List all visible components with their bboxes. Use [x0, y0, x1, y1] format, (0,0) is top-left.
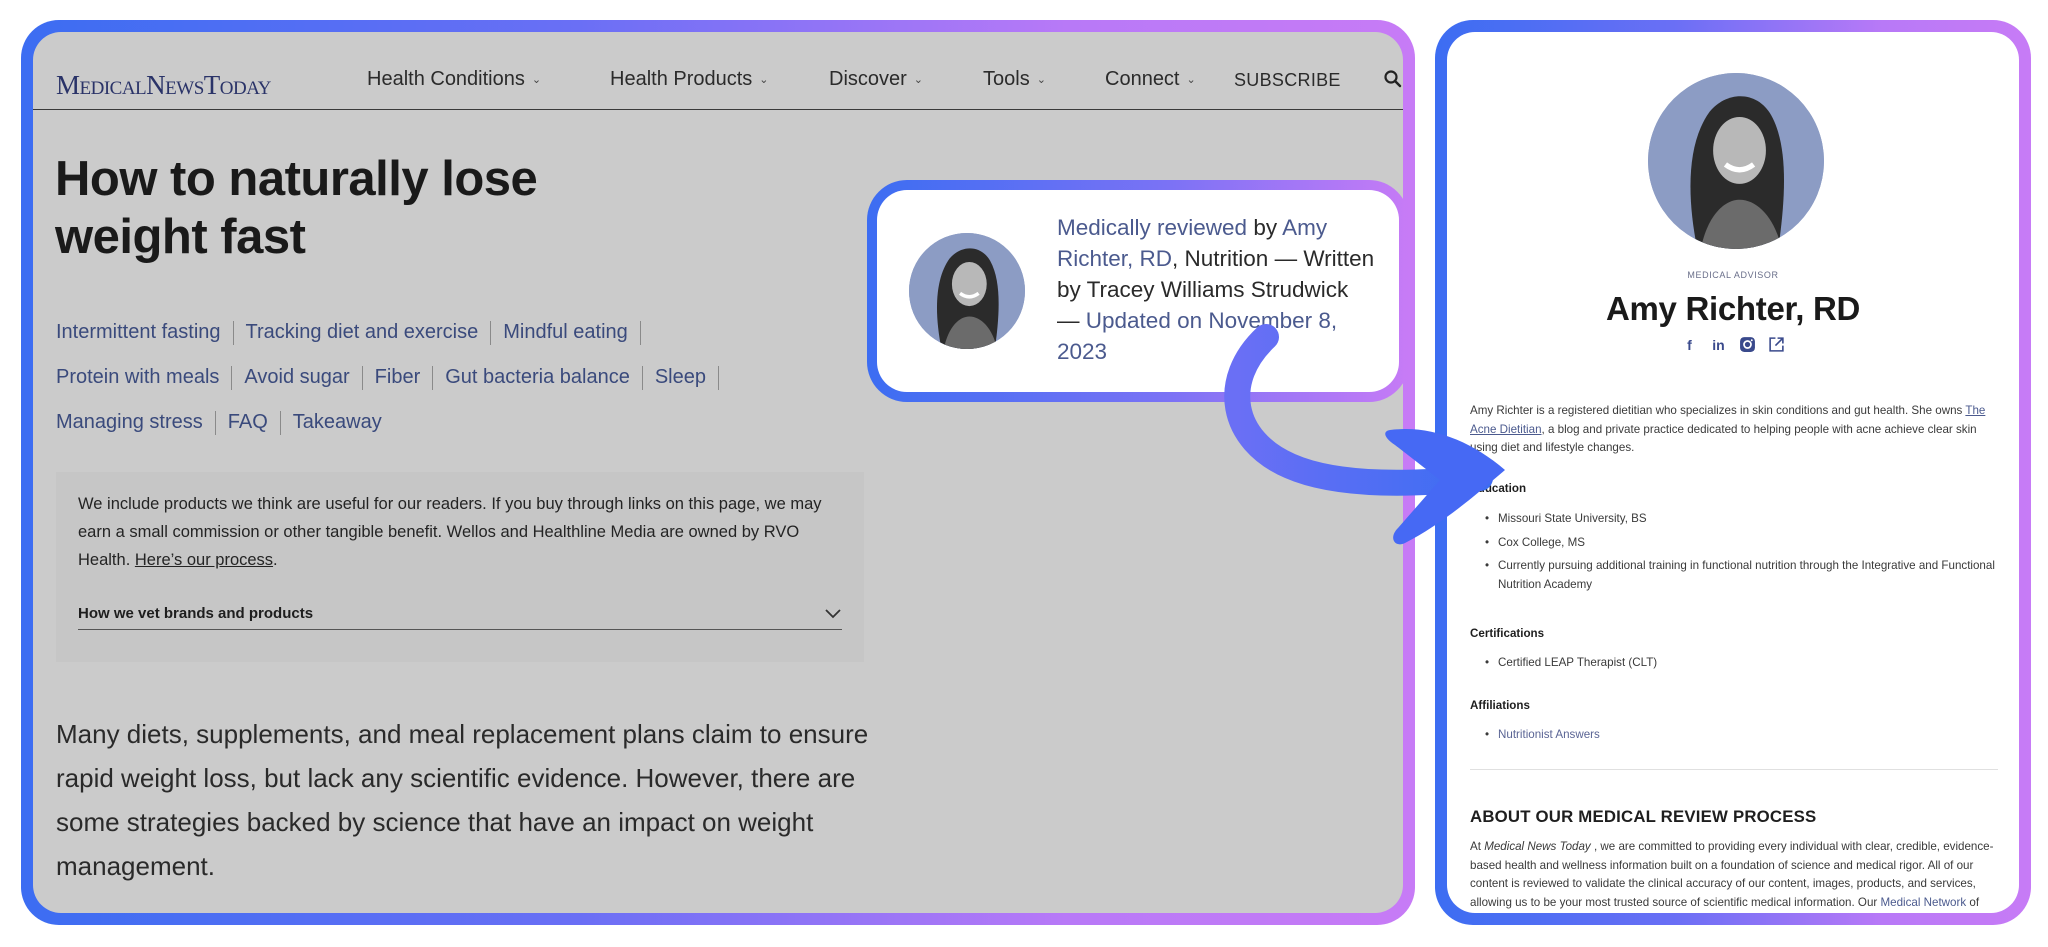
- toc-link-mindful-eating[interactable]: Mindful eating: [503, 321, 628, 344]
- nav-health-conditions[interactable]: Health Conditions ⌄: [367, 68, 541, 91]
- nav-connect[interactable]: Connect ⌄: [1105, 68, 1196, 91]
- toc-link-sleep[interactable]: Sleep: [655, 366, 706, 389]
- profile-avatar: [1648, 73, 1824, 249]
- reviewer-avatar[interactable]: [909, 233, 1025, 349]
- certifications-list: Certified LEAP Therapist (CLT): [1485, 654, 1995, 678]
- toc-link-fiber[interactable]: Fiber: [375, 366, 421, 389]
- bio-text: , a blog and private practice dedicated …: [1470, 422, 1977, 455]
- medical-network-link[interactable]: Medical Network: [1880, 896, 1966, 909]
- toc-separator: [214, 410, 216, 435]
- profile-name: Amy Richter, RD: [1605, 290, 1861, 327]
- affiliations-list: Nutritionist Answers: [1485, 726, 1995, 750]
- byline-by: by: [1247, 215, 1283, 240]
- profile-bio: Amy Richter is a registered dietitian wh…: [1470, 402, 2000, 458]
- external-link-icon[interactable]: [1768, 336, 1785, 353]
- our-process-link[interactable]: Here’s our process: [135, 551, 273, 569]
- social-links: f in: [1447, 336, 2019, 353]
- nav-label: Health Conditions: [367, 68, 525, 90]
- toc-link-takeaway[interactable]: Takeaway: [293, 411, 382, 434]
- bio-text: Amy Richter is a registered dietitian wh…: [1470, 404, 1966, 417]
- certifications-heading: Certifications: [1470, 627, 1545, 640]
- updated-date-link[interactable]: Updated on November 8, 2023: [1057, 308, 1337, 364]
- chevron-down-icon: ⌄: [1036, 74, 1046, 86]
- toc-link-avoid-sugar[interactable]: Avoid sugar: [244, 366, 349, 389]
- nav-label: Discover: [829, 68, 907, 90]
- accordion-label: How we vet brands and products: [78, 605, 314, 622]
- toc-link-protein[interactable]: Protein with meals: [56, 366, 219, 389]
- education-item: Missouri State University, BS: [1485, 510, 1995, 529]
- nav-label: Connect: [1105, 68, 1180, 90]
- article-page-frame: MedicalNewsToday Health Conditions ⌄ Hea…: [21, 20, 1415, 925]
- section-divider: [1470, 769, 1998, 770]
- toc-separator: [361, 365, 363, 390]
- affiliate-disclosure: We include products we think are useful …: [56, 472, 864, 662]
- toc-link-managing-stress[interactable]: Managing stress: [56, 411, 203, 434]
- toc-row: Protein with meals Avoid sugar Fiber Gut…: [56, 355, 856, 400]
- disclosure-text: We include products we think are useful …: [78, 490, 842, 574]
- toc-row: Managing stress FAQ Takeaway: [56, 400, 856, 445]
- toc-separator: [717, 365, 719, 390]
- education-list: Missouri State University, BS Cox Colleg…: [1485, 510, 1995, 599]
- nav-discover[interactable]: Discover ⌄: [829, 68, 923, 91]
- about-review-text: At Medical News Today , we are committed…: [1470, 838, 2000, 913]
- toc-separator: [641, 365, 643, 390]
- subscribe-link[interactable]: SUBSCRIBE: [1234, 70, 1341, 91]
- article-page: MedicalNewsToday Health Conditions ⌄ Hea…: [33, 32, 1403, 913]
- toc-link-gut-bacteria[interactable]: Gut bacteria balance: [445, 366, 630, 389]
- chevron-down-icon: ⌄: [913, 74, 924, 86]
- education-heading: Education: [1470, 482, 1527, 495]
- about-review-heading: ABOUT OUR MEDICAL REVIEW PROCESS: [1470, 807, 1817, 826]
- article-title: How to naturally lose weight fast: [55, 152, 538, 264]
- toc-row: Intermittent fasting Tracking diet and e…: [56, 310, 856, 355]
- vet-brands-accordion[interactable]: How we vet brands and products: [78, 598, 842, 630]
- chevron-down-icon: [825, 608, 841, 618]
- nav-label: Health Products: [610, 68, 753, 90]
- about-text: At: [1470, 840, 1485, 853]
- medically-reviewed-link[interactable]: Medically reviewed: [1057, 215, 1247, 240]
- site-logo[interactable]: MedicalNewsToday: [56, 70, 271, 101]
- profile-page: MEDICAL ADVISOR Amy Richter, RD f in Amy…: [1447, 32, 2019, 913]
- disclosure-suffix: .: [273, 551, 278, 569]
- search-icon[interactable]: [1383, 69, 1403, 89]
- toc-separator: [432, 365, 434, 390]
- toc-separator: [232, 320, 234, 345]
- toc-separator: [231, 365, 233, 390]
- chevron-down-icon: ⌄: [1186, 74, 1196, 86]
- chevron-down-icon: ⌄: [531, 74, 542, 86]
- toc-link-intermittent-fasting[interactable]: Intermittent fasting: [56, 321, 221, 344]
- byline-callout: Medically reviewed by Amy Richter, RD, N…: [867, 180, 1403, 402]
- facebook-icon[interactable]: f: [1681, 336, 1698, 353]
- education-item: Cox College, MS: [1485, 534, 1995, 553]
- chevron-down-icon: ⌄: [759, 74, 769, 86]
- nav-label: Tools: [983, 68, 1030, 90]
- education-item: Currently pursuing additional training i…: [1485, 557, 1995, 594]
- toc-link-faq[interactable]: FAQ: [228, 411, 268, 434]
- person-photo-icon: [1648, 73, 1824, 249]
- nav-tools[interactable]: Tools ⌄: [983, 68, 1046, 91]
- nav-health-products[interactable]: Health Products ⌄: [610, 68, 769, 91]
- toc-link-tracking[interactable]: Tracking diet and exercise: [246, 321, 479, 344]
- toc-separator: [490, 320, 492, 345]
- top-navigation: MedicalNewsToday Health Conditions ⌄ Hea…: [33, 32, 1403, 110]
- byline-text: Medically reviewed by Amy Richter, RD, N…: [1057, 212, 1377, 367]
- affiliation-item: Nutritionist Answers: [1485, 726, 1995, 745]
- publication-name: Medical News Today: [1484, 840, 1591, 853]
- nutritionist-answers-link[interactable]: Nutritionist Answers: [1498, 728, 1600, 741]
- certification-item: Certified LEAP Therapist (CLT): [1485, 654, 1995, 673]
- person-photo-icon: [909, 233, 1025, 349]
- byline-card: Medically reviewed by Amy Richter, RD, N…: [877, 190, 1399, 392]
- profile-page-frame: MEDICAL ADVISOR Amy Richter, RD f in Amy…: [1435, 20, 2031, 925]
- toc-separator: [279, 410, 281, 435]
- affiliations-heading: Affiliations: [1470, 699, 1530, 712]
- profile-role: MEDICAL ADVISOR: [1687, 270, 1779, 280]
- linkedin-icon[interactable]: in: [1710, 336, 1727, 353]
- table-of-contents: Intermittent fasting Tracking diet and e…: [56, 310, 856, 445]
- article-intro: Many diets, supplements, and meal replac…: [56, 719, 869, 881]
- toc-separator: [639, 320, 641, 345]
- instagram-icon[interactable]: [1739, 336, 1756, 353]
